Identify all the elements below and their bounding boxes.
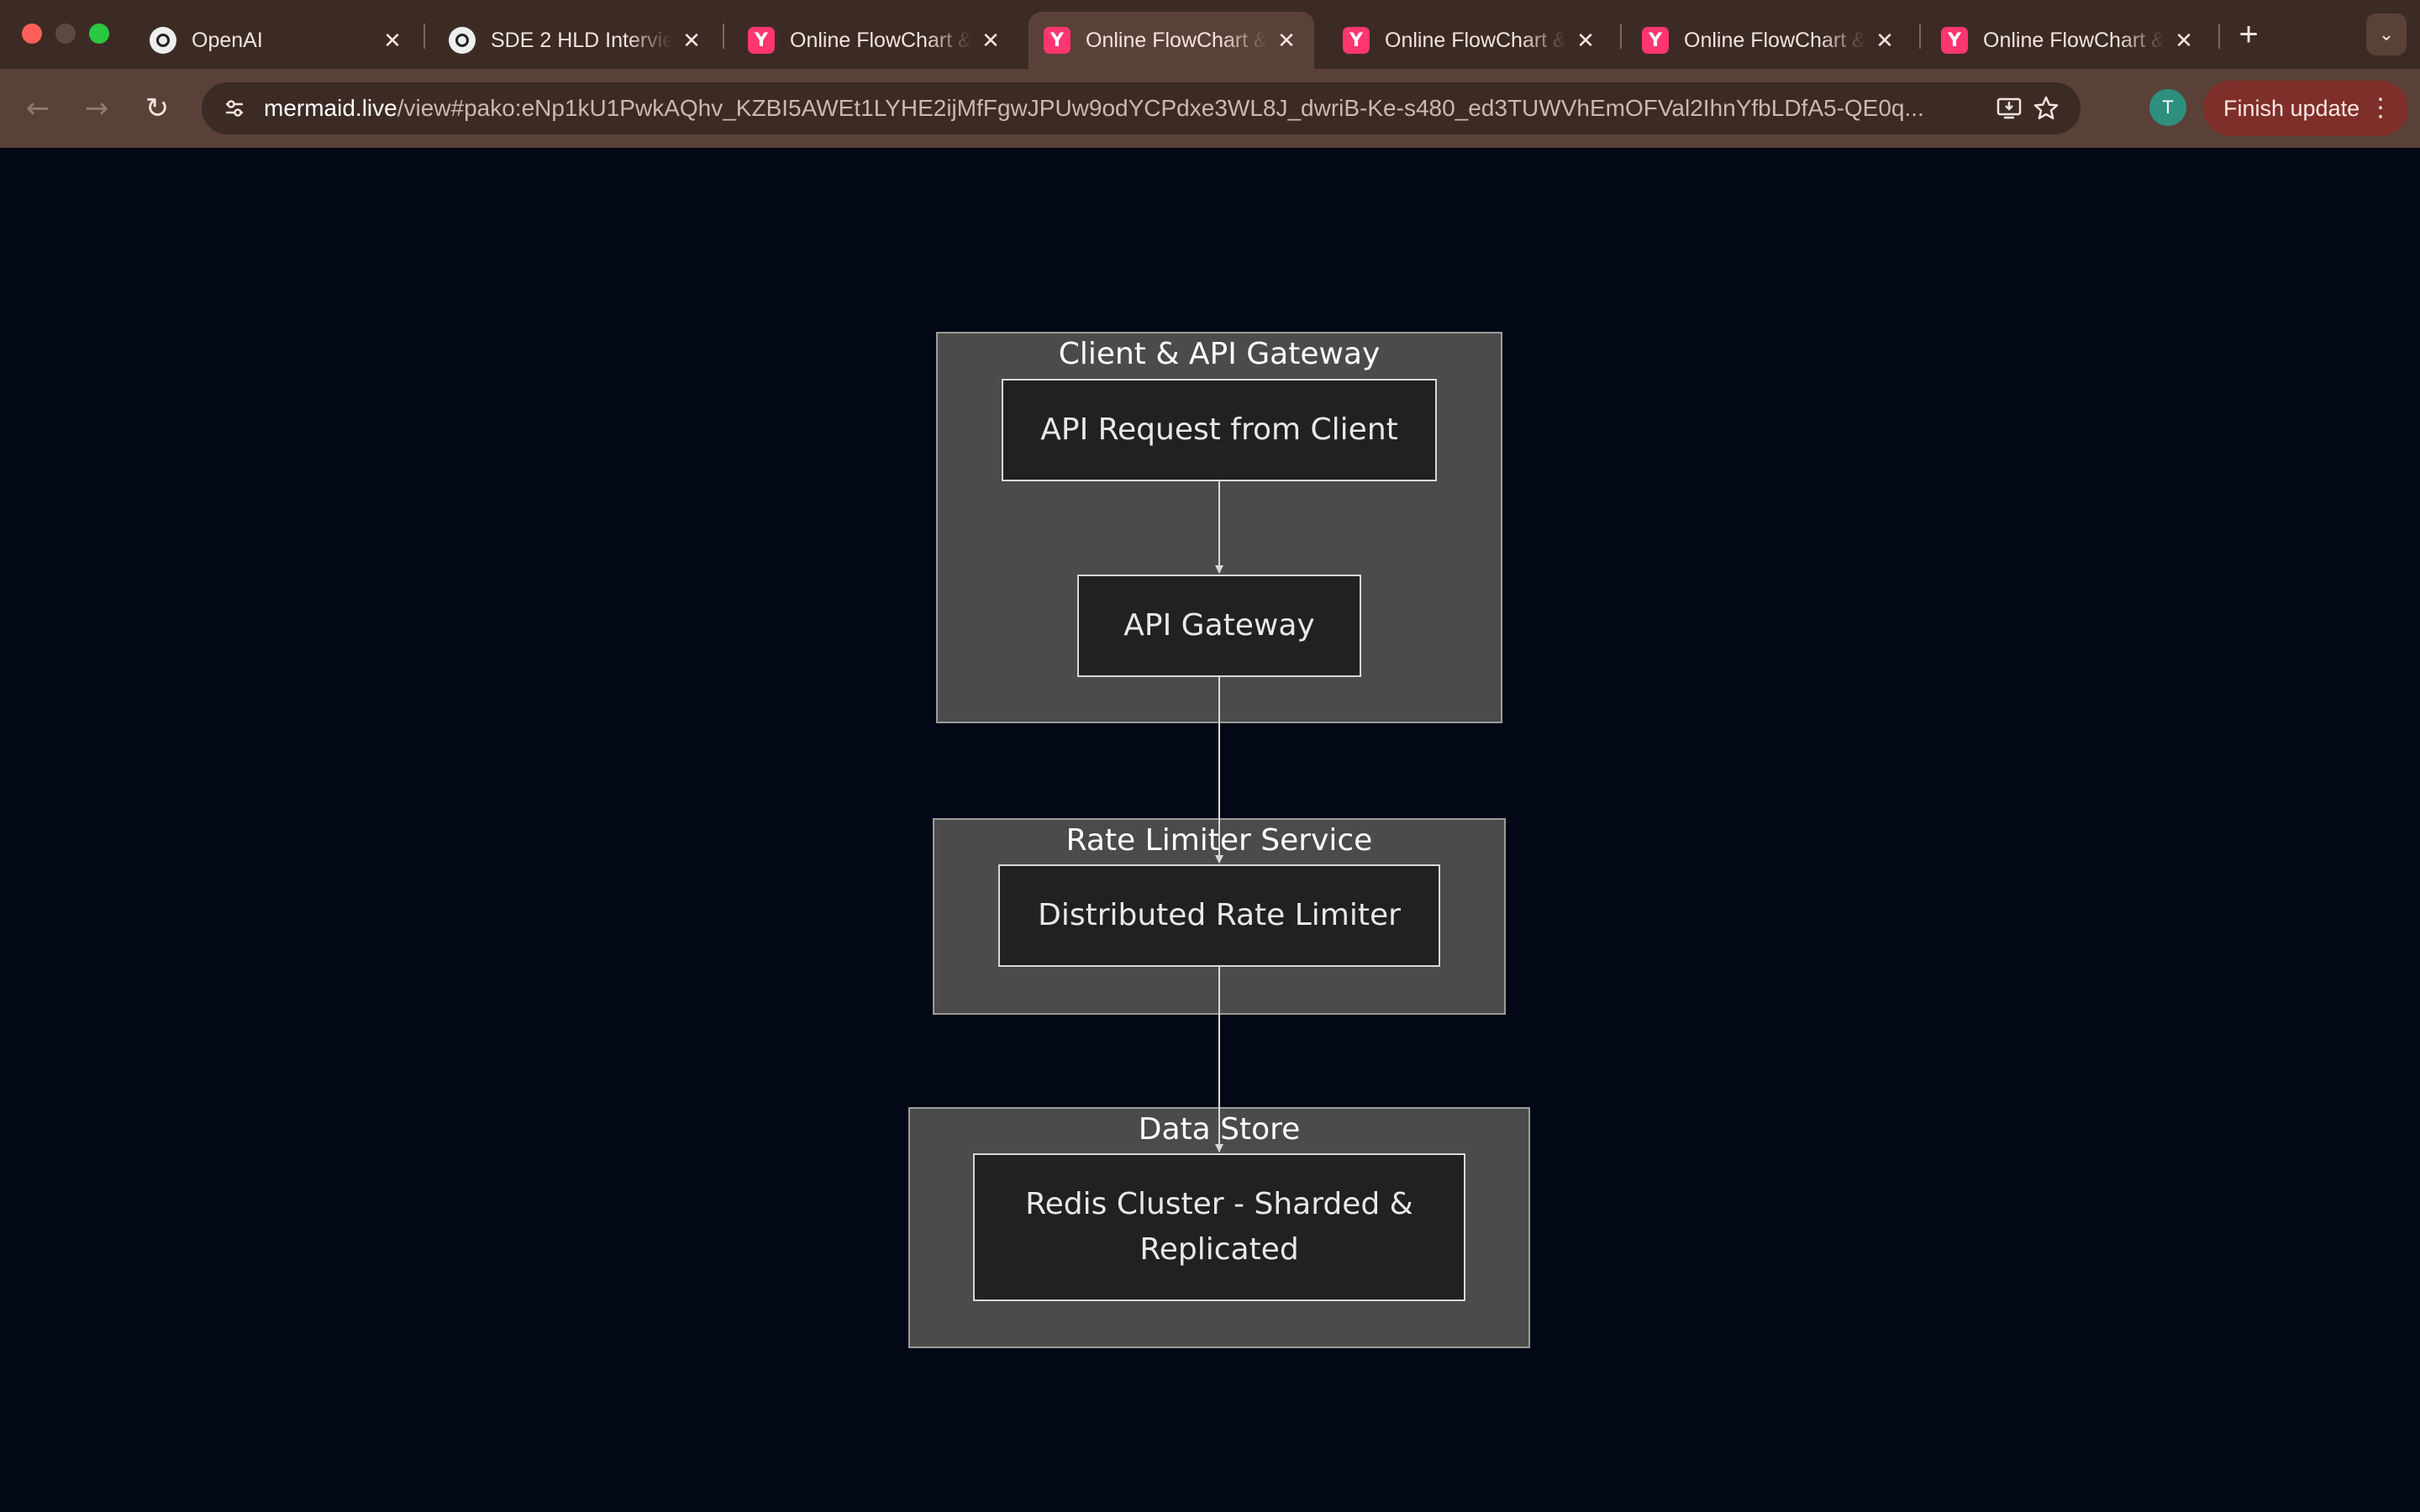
mermaid-icon — [1343, 27, 1370, 54]
tab-sde2-hld[interactable]: SDE 2 HLD Interview ✕ — [434, 12, 719, 69]
close-icon[interactable]: ✕ — [679, 28, 704, 54]
mermaid-icon — [1044, 27, 1071, 54]
tab-search-button[interactable]: ⌄ — [2366, 13, 2407, 55]
tab-divider — [424, 24, 425, 49]
openai-icon — [150, 27, 176, 54]
forward-button[interactable]: → — [76, 87, 118, 129]
tab-mermaid-5[interactable]: Online FlowChart & Diagrams Editor ✕ — [1926, 12, 2212, 69]
tab-divider — [1919, 24, 1921, 49]
finish-update-label: Finish update — [2223, 96, 2360, 121]
tab-title: Online FlowChart & Diagrams Editor — [1684, 28, 1865, 52]
url-text[interactable]: mermaid.live/view#pako:eNp1kU1PwkAQhv_KZ… — [264, 82, 1944, 134]
node-api-gateway[interactable]: API Gateway — [1077, 575, 1361, 677]
tab-mermaid-1[interactable]: Online FlowChart & Diagrams Editor ✕ — [733, 12, 1018, 69]
close-icon[interactable]: ✕ — [1872, 28, 1897, 54]
subgraph-title: Rate Limiter Service — [1065, 823, 1373, 858]
profile-avatar[interactable]: T — [2149, 89, 2186, 126]
subgraph-title: Data Store — [1138, 1112, 1301, 1147]
site-info-icon[interactable] — [217, 91, 252, 126]
tab-title: Online FlowChart & Diagrams Editor — [790, 28, 971, 52]
mermaid-icon — [1941, 27, 1968, 54]
tab-bar: OpenAI ✕ SDE 2 HLD Interview ✕ Online Fl… — [0, 0, 2420, 69]
tab-mermaid-3[interactable]: Online FlowChart & Diagrams Editor ✕ — [1328, 12, 1613, 69]
node-api-request-from-client[interactable]: API Request from Client — [1002, 379, 1437, 481]
mermaid-icon — [748, 27, 775, 54]
bookmark-star-icon[interactable] — [2028, 91, 2064, 126]
subgraph-title: Client & API Gateway — [1058, 337, 1381, 371]
openai-icon — [449, 27, 476, 54]
tab-mermaid-4[interactable]: Online FlowChart & Diagrams Editor ✕ — [1627, 12, 1912, 69]
tab-title: Online FlowChart & Diagrams Editor — [1983, 28, 2165, 52]
tab-divider — [1620, 24, 1622, 49]
address-bar[interactable]: mermaid.live/view#pako:eNp1kU1PwkAQhv_KZ… — [202, 82, 2081, 134]
close-window-button[interactable] — [22, 24, 42, 44]
finish-update-button[interactable]: Finish update ⋮ — [2203, 81, 2408, 136]
node-redis-cluster[interactable]: Redis Cluster - Sharded & Replicated — [973, 1153, 1465, 1301]
minimize-window-button[interactable] — [55, 24, 76, 44]
tab-divider — [723, 24, 724, 49]
close-icon[interactable]: ✕ — [1573, 28, 1598, 54]
tab-openai[interactable]: OpenAI ✕ — [134, 12, 420, 69]
tab-mermaid-active[interactable]: Online FlowChart & Diagrams Editor ✕ — [1028, 12, 1314, 69]
back-button[interactable]: ← — [17, 87, 59, 129]
tab-title: SDE 2 HLD Interview — [491, 28, 672, 52]
url-host: mermaid.live — [264, 95, 397, 121]
install-app-icon[interactable] — [1991, 91, 2027, 126]
new-tab-button[interactable]: + — [2232, 13, 2265, 55]
url-path: /view#pako:eNp1kU1PwkAQhv_KZBI5AWEt1LYHE… — [397, 95, 1924, 121]
mermaid-icon — [1642, 27, 1669, 54]
node-distributed-rate-limiter[interactable]: Distributed Rate Limiter — [998, 864, 1440, 967]
tab-divider — [2218, 24, 2220, 49]
browser-toolbar: ← → ↻ mermaid.live/view#pako:eNp1kU1PwkA… — [0, 69, 2420, 148]
tab-title: Online FlowChart & Diagrams Editor — [1086, 28, 1267, 52]
close-icon[interactable]: ✕ — [978, 28, 1003, 54]
tab-title: Online FlowChart & Diagrams Editor — [1385, 28, 1566, 52]
close-icon[interactable]: ✕ — [380, 28, 405, 54]
tab-title: OpenAI — [192, 28, 263, 52]
reload-button[interactable]: ↻ — [136, 87, 178, 129]
close-icon[interactable]: ✕ — [2171, 28, 2196, 54]
maximize-window-button[interactable] — [89, 24, 109, 44]
kebab-menu-icon[interactable]: ⋮ — [2368, 81, 2393, 136]
close-icon[interactable]: ✕ — [1274, 28, 1299, 54]
